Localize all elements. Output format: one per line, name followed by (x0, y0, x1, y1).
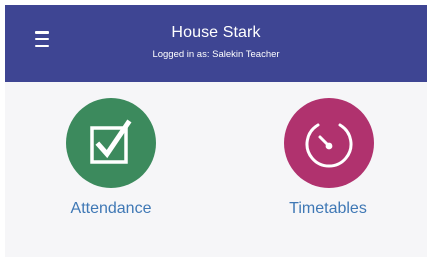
clock-icon (305, 123, 353, 168)
timetables-label[interactable]: Timetables (238, 200, 418, 218)
timetables-tile[interactable]: Timetables (238, 98, 418, 228)
checkbox-check-icon (90, 119, 132, 164)
attendance-tile[interactable]: Attendance (21, 98, 201, 228)
hamburger-icon-bar (35, 44, 49, 47)
logged-in-text: Logged in as: Salekin Teacher (152, 49, 280, 60)
app-header: House Stark Logged in as: Salekin Teache… (5, 5, 427, 82)
page-title: House Stark (171, 24, 261, 41)
app-frame: House Stark Logged in as: Salekin Teache… (5, 5, 427, 257)
attendance-label[interactable]: Attendance (21, 200, 201, 218)
timetables-icon-circle[interactable] (284, 98, 374, 188)
attendance-icon-circle[interactable] (66, 98, 156, 188)
